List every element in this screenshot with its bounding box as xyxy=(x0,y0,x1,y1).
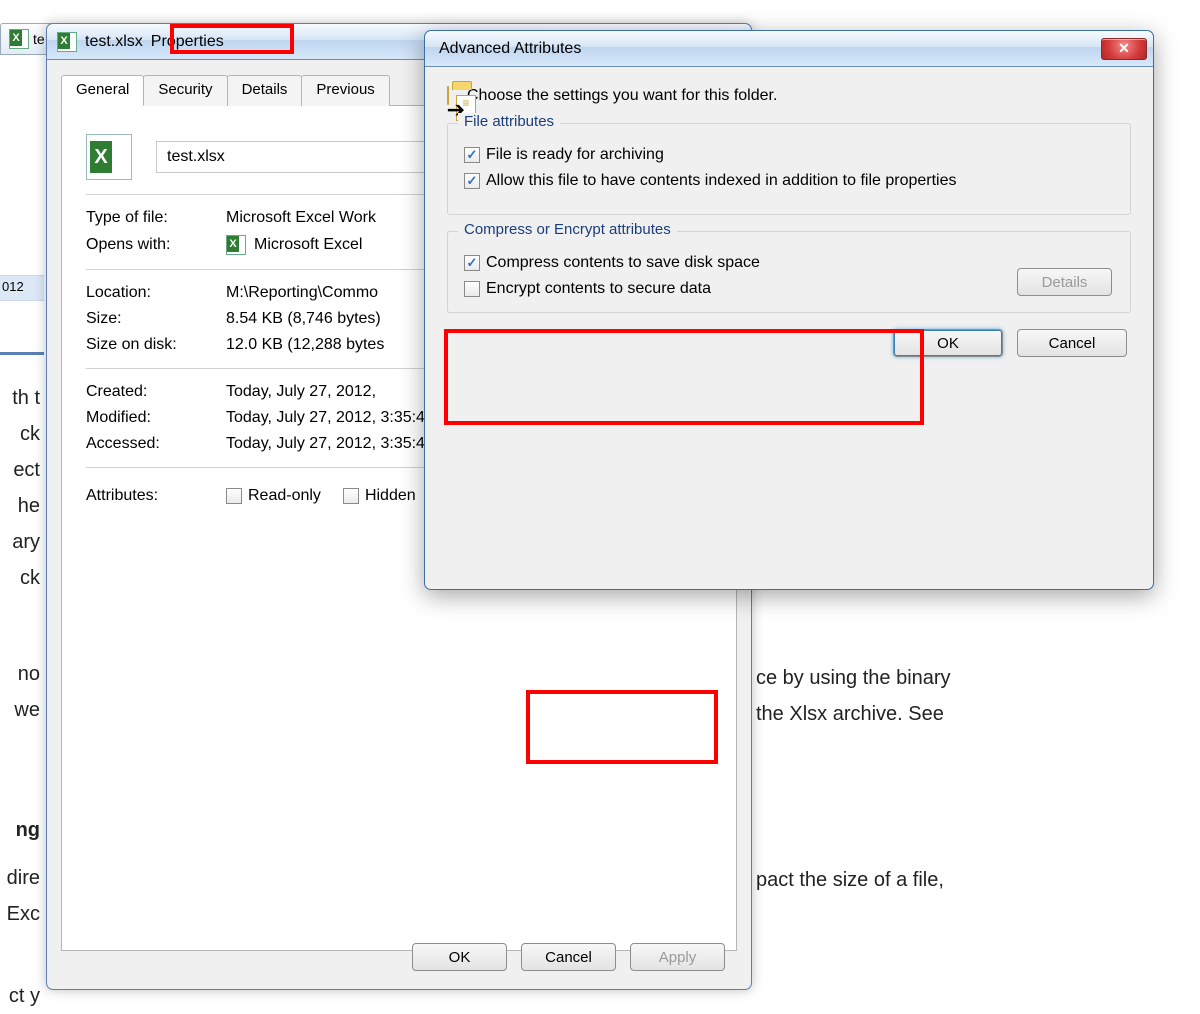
advanced-intro: Choose the settings you want for this fo… xyxy=(467,87,777,105)
tab-details[interactable]: Details xyxy=(227,75,303,106)
bg-left-3: he xyxy=(0,488,40,524)
advanced-attributes-dialog: Advanced Attributes ✕ ➔ Choose the setti… xyxy=(424,30,1154,590)
advanced-title: Advanced Attributes xyxy=(439,40,581,58)
opens-with-label: Opens with: xyxy=(86,236,226,254)
encrypt-label: Encrypt contents to secure data xyxy=(486,280,711,298)
index-label: Allow this file to have contents indexed… xyxy=(486,172,957,190)
tab-previous-versions[interactable]: Previous xyxy=(301,75,389,106)
readonly-checkbox[interactable]: Read-only xyxy=(226,487,321,505)
hidden-label: Hidden xyxy=(365,487,416,505)
hidden-checkbox[interactable]: Hidden xyxy=(343,487,416,505)
bg-left-0: th t xyxy=(0,380,40,416)
tab-general[interactable]: General xyxy=(61,75,144,106)
created-label: Created: xyxy=(86,383,226,401)
checkbox-icon xyxy=(226,488,242,504)
tab-security[interactable]: Security xyxy=(143,75,227,106)
advanced-cancel-button[interactable]: Cancel xyxy=(1017,329,1127,357)
checkbox-icon xyxy=(464,281,480,297)
type-of-file-label: Type of file: xyxy=(86,209,226,227)
background-row: 012 xyxy=(0,275,44,301)
bg-left-15: ct y xyxy=(0,978,40,1014)
bg-left-2: ect xyxy=(0,452,40,488)
file-attributes-legend: File attributes xyxy=(458,113,560,130)
attributes-label: Attributes: xyxy=(86,487,226,505)
checkbox-icon xyxy=(464,147,480,163)
location-label: Location: xyxy=(86,284,226,302)
bg-left-13: Exc xyxy=(0,896,40,932)
bg-left-7: no xyxy=(0,656,40,692)
modified-label: Modified: xyxy=(86,409,226,427)
compress-encrypt-legend: Compress or Encrypt attributes xyxy=(458,221,677,238)
size-on-disk-label: Size on disk: xyxy=(86,336,226,354)
bg-left-11: ng xyxy=(0,812,40,848)
excel-icon xyxy=(226,235,246,255)
index-checkbox[interactable]: Allow this file to have contents indexed… xyxy=(464,172,1114,190)
cancel-button[interactable]: Cancel xyxy=(521,943,616,971)
excel-icon xyxy=(9,29,29,49)
close-button[interactable]: ✕ xyxy=(1101,38,1147,60)
bg-right-5: pact the size of a file, xyxy=(756,862,944,898)
excel-icon xyxy=(57,32,77,52)
details-button[interactable]: Details xyxy=(1017,268,1112,296)
readonly-label: Read-only xyxy=(248,487,321,505)
file-attributes-group: File attributes File is ready for archiv… xyxy=(447,123,1131,215)
advanced-ok-button[interactable]: OK xyxy=(893,329,1003,357)
accessed-label: Accessed: xyxy=(86,435,226,453)
checkbox-icon xyxy=(464,255,480,271)
advanced-titlebar[interactable]: Advanced Attributes ✕ xyxy=(425,31,1153,67)
bg-left-1: ck xyxy=(0,416,40,452)
close-icon: ✕ xyxy=(1118,40,1130,57)
properties-title-suffix: Properties xyxy=(151,33,224,51)
bg-right-0: ce by using the binary xyxy=(756,660,951,696)
bg-right-1: the Xlsx archive. See xyxy=(756,696,944,732)
bg-left-12: dire xyxy=(0,860,40,896)
ok-button[interactable]: OK xyxy=(412,943,507,971)
compress-label: Compress contents to save disk space xyxy=(486,254,760,272)
archive-label: File is ready for archiving xyxy=(486,146,664,164)
properties-title-prefix: test.xlsx xyxy=(85,33,143,51)
excel-file-icon xyxy=(86,134,132,180)
bg-left-8: we xyxy=(0,692,40,728)
bg-left-5: ck xyxy=(0,560,40,596)
archive-checkbox[interactable]: File is ready for archiving xyxy=(464,146,1114,164)
checkbox-icon xyxy=(343,488,359,504)
apply-button[interactable]: Apply xyxy=(630,943,725,971)
background-tab-label: te xyxy=(33,31,45,47)
checkbox-icon xyxy=(464,173,480,189)
background-divider xyxy=(0,352,44,355)
size-label: Size: xyxy=(86,310,226,328)
bg-left-4: ary xyxy=(0,524,40,560)
compress-encrypt-group: Compress or Encrypt attributes Compress … xyxy=(447,231,1131,313)
